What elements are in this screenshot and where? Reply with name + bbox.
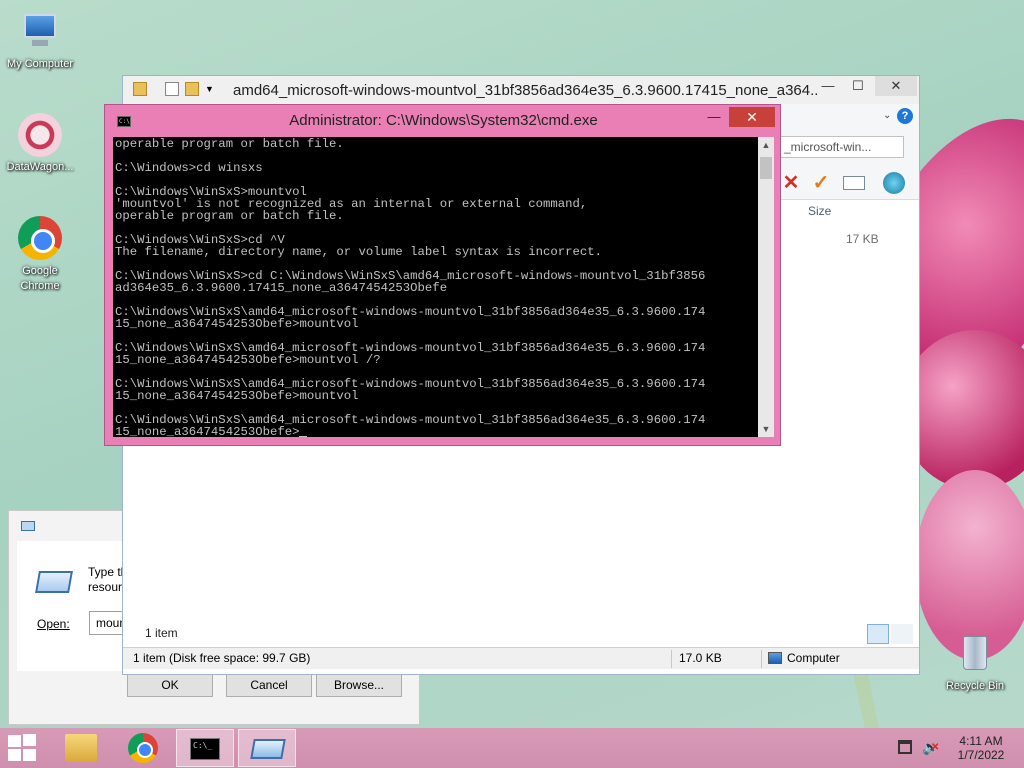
- status-size: 17.0 KB: [679, 651, 722, 665]
- run-icon: [250, 739, 286, 759]
- start-button[interactable]: [8, 734, 38, 762]
- clock-date: 1/7/2022: [957, 748, 1005, 762]
- browse-button[interactable]: Browse...: [316, 673, 402, 697]
- cmd-title: Administrator: C:\Windows\System32\cmd.e…: [289, 112, 598, 129]
- folder-icon: [133, 82, 147, 96]
- open-label: Open:: [37, 617, 70, 631]
- network-icon[interactable]: [898, 740, 912, 754]
- desktop-icon-recycle-bin[interactable]: Recycle Bin: [935, 632, 1015, 692]
- column-header-size[interactable]: Size: [808, 204, 831, 218]
- status-divider: [761, 650, 762, 668]
- search-input[interactable]: _microsoft-win...: [778, 136, 904, 158]
- text-cursor: [299, 426, 308, 437]
- windows-logo-icon: [8, 735, 21, 747]
- cancel-button[interactable]: Cancel: [226, 673, 312, 697]
- maximize-button[interactable]: ☐: [843, 76, 873, 96]
- ok-button[interactable]: OK: [127, 673, 213, 697]
- clock-time: 4:11 AM: [959, 734, 1003, 748]
- explorer-titlebar[interactable]: ▼ amd64_microsoft-windows-mountvol_31bf3…: [123, 76, 919, 104]
- minimize-button[interactable]: —: [701, 109, 727, 129]
- taskbar-file-explorer[interactable]: [52, 729, 110, 767]
- desktop-icon-google-chrome[interactable]: Google Chrome: [0, 216, 80, 294]
- taskbar: C:\_ 🔈 ✕ 4:11 AM 1/7/2022: [0, 728, 1024, 768]
- checkmark-icon[interactable]: ✓: [810, 172, 832, 194]
- taskbar-chrome[interactable]: [114, 729, 172, 767]
- volume-muted-icon[interactable]: 🔈 ✕: [922, 739, 939, 755]
- computer-icon: [18, 10, 62, 54]
- chevron-down-icon[interactable]: ▼: [205, 84, 219, 98]
- explorer-title: amd64_microsoft-windows-mountvol_31bf385…: [233, 82, 818, 99]
- large-icons-view-icon[interactable]: [891, 624, 913, 644]
- desktop-icon-label: DataWagon...: [6, 161, 74, 173]
- properties-icon[interactable]: [165, 82, 179, 96]
- close-button[interactable]: ✕: [729, 107, 775, 127]
- desktop-icon-my-computer[interactable]: My Computer: [0, 10, 80, 70]
- desktop-icon-label: Recycle Bin: [945, 680, 1005, 692]
- delete-icon[interactable]: ✕: [780, 172, 802, 194]
- taskbar-run[interactable]: [238, 729, 296, 767]
- cmd-icon: C:\_: [190, 738, 220, 760]
- cmd-window: C:\ Administrator: C:\Windows\System32\c…: [104, 104, 781, 446]
- chrome-icon: [18, 216, 62, 260]
- status-divider: [671, 650, 672, 668]
- run-icon: [21, 521, 35, 531]
- details-view-icon[interactable]: [867, 624, 889, 644]
- scroll-down-icon[interactable]: ▼: [758, 421, 774, 437]
- datawagon-icon: [18, 113, 62, 157]
- run-large-icon: [35, 571, 73, 593]
- file-size-cell: 17 KB: [846, 232, 879, 246]
- clock[interactable]: 4:11 AM 1/7/2022: [946, 734, 1016, 762]
- help-icon[interactable]: ?: [897, 108, 913, 124]
- close-button[interactable]: ✕: [875, 76, 917, 96]
- view-switcher: [867, 624, 915, 647]
- desktop-icon-label: Google Chrome: [20, 265, 60, 292]
- item-count: 1 item: [145, 626, 178, 640]
- new-folder-icon[interactable]: [185, 82, 199, 96]
- taskbar-cmd[interactable]: C:\_: [176, 729, 234, 767]
- properties-icon[interactable]: [843, 176, 865, 190]
- folder-icon: [65, 734, 97, 762]
- console-text: operable program or batch file. C:\Windo…: [115, 137, 706, 437]
- chevron-down-icon[interactable]: ⌄: [883, 110, 891, 121]
- console-output[interactable]: operable program or batch file. C:\Windo…: [113, 137, 758, 437]
- computer-icon: [768, 652, 782, 664]
- recycle-bin-icon: [953, 632, 997, 676]
- scroll-thumb[interactable]: [760, 157, 772, 179]
- scroll-up-icon[interactable]: ▲: [758, 137, 774, 153]
- status-location: Computer: [787, 651, 840, 665]
- status-bar: 1 item (Disk free space: 99.7 GB) 17.0 K…: [123, 647, 919, 669]
- minimize-button[interactable]: —: [813, 76, 843, 96]
- vertical-scrollbar[interactable]: ▲ ▼: [758, 137, 774, 437]
- desktop-icon-datawagon[interactable]: DataWagon...: [0, 113, 80, 173]
- chrome-icon: [128, 733, 158, 763]
- shell-icon[interactable]: [883, 172, 905, 194]
- status-left: 1 item (Disk free space: 99.7 GB): [133, 651, 311, 665]
- desktop-icon-label: My Computer: [6, 58, 74, 70]
